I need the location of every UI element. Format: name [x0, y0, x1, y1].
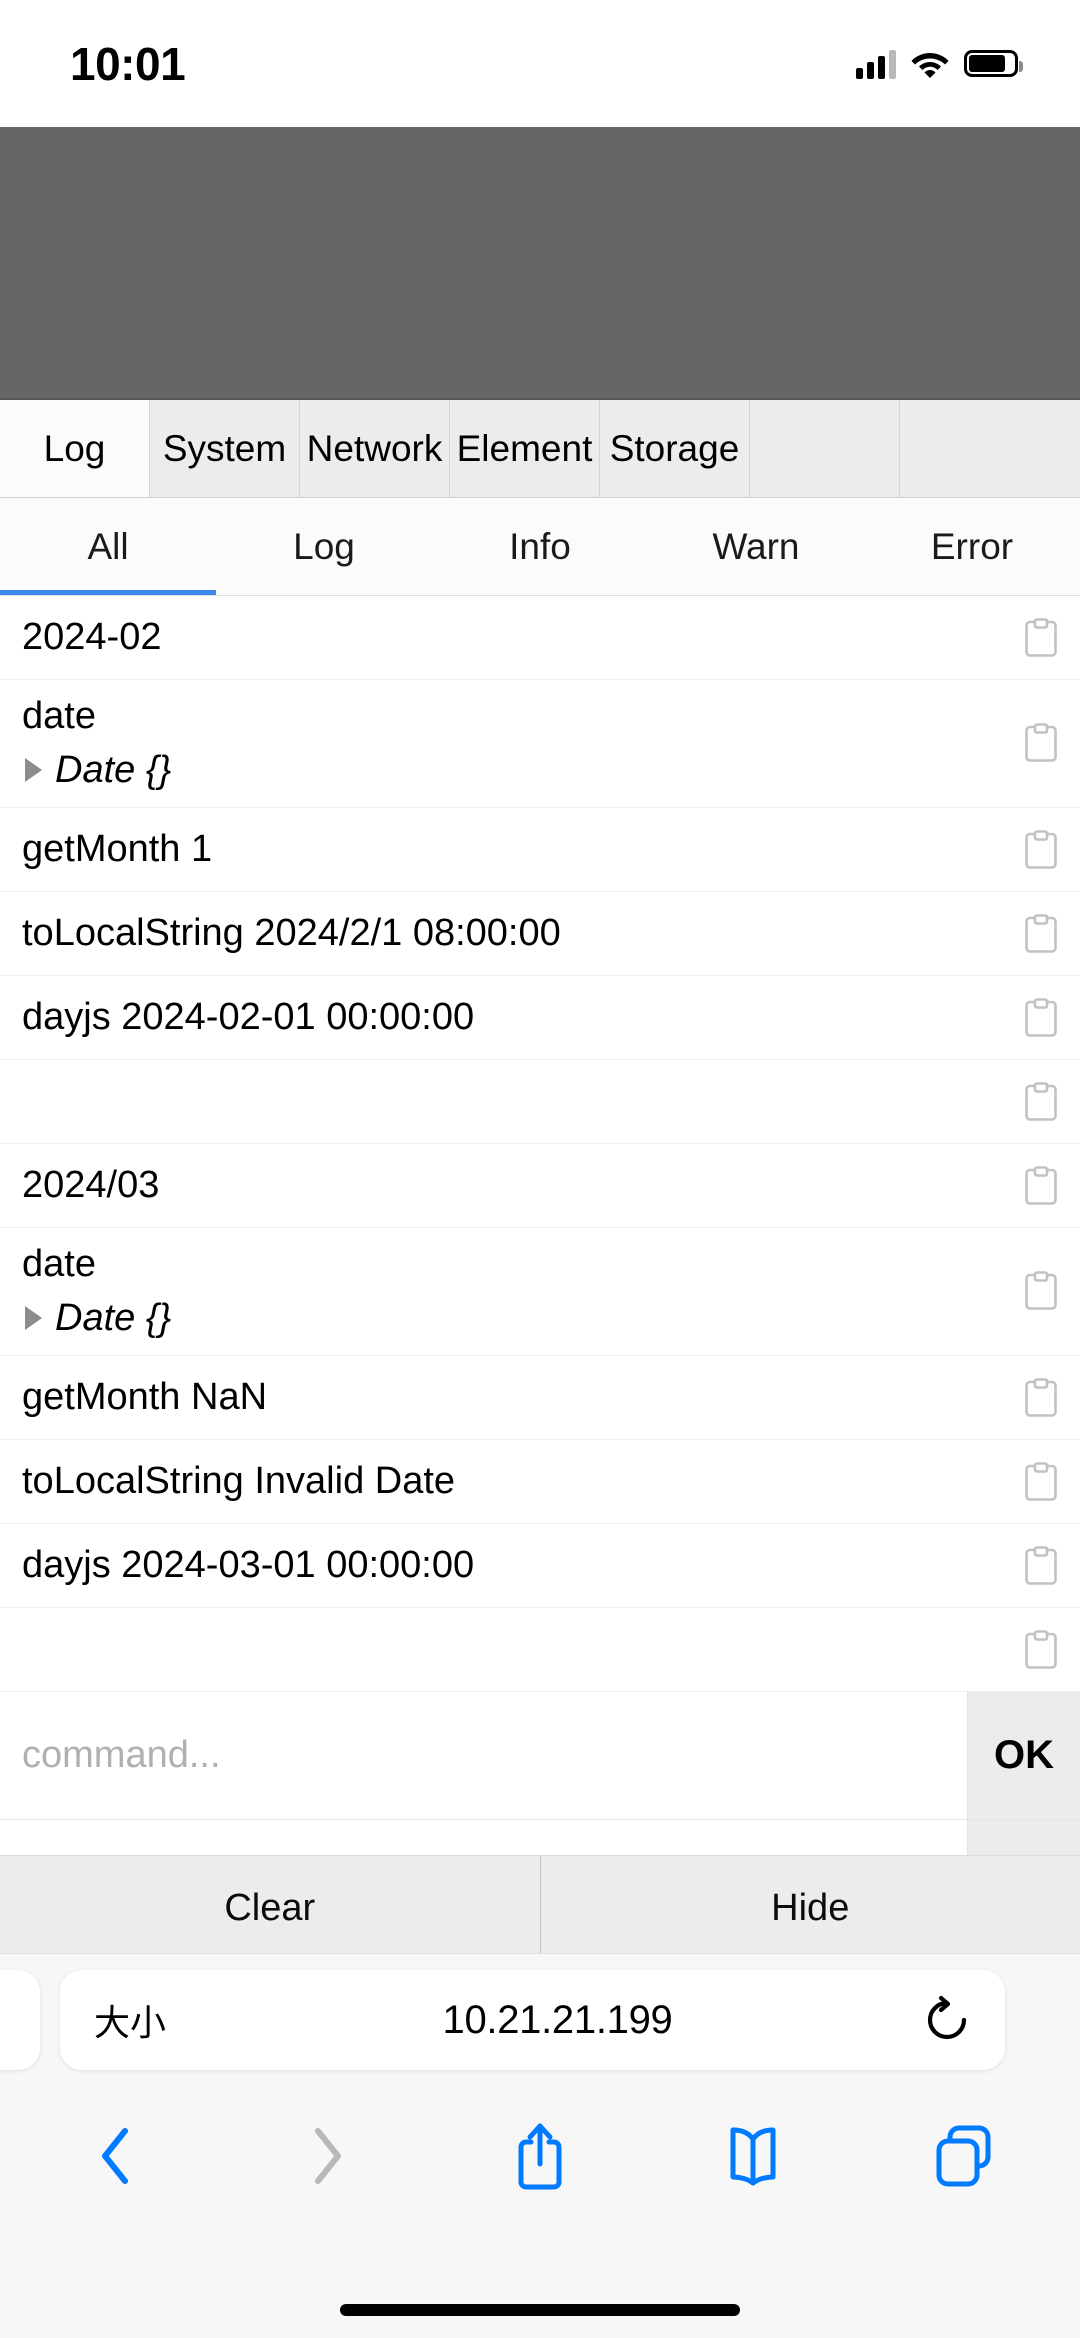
copy-icon[interactable]	[1024, 617, 1058, 659]
filter-log-label: Log	[293, 525, 355, 567]
filter-all[interactable]: All	[0, 498, 216, 595]
safari-url-row: 大小 10.21.21.199	[0, 1954, 1080, 2076]
tabs-button[interactable]	[920, 2111, 1010, 2201]
log-row-text: 2024/03	[22, 1163, 160, 1206]
share-icon	[518, 2123, 562, 2190]
tab-storage[interactable]: Storage	[600, 400, 750, 497]
log-row-text: toLocalString Invalid Date	[22, 1459, 456, 1502]
log-row-text: getMonth NaN	[22, 1375, 268, 1418]
tab-system-label: System	[162, 427, 287, 469]
book-icon	[730, 2127, 775, 2186]
tab-element[interactable]: Element	[450, 400, 600, 497]
wifi-icon	[911, 52, 949, 78]
filter-warn-label: Warn	[712, 525, 800, 567]
command-input[interactable]: command...	[0, 1692, 968, 1819]
battery-icon	[964, 50, 1023, 77]
tab-network[interactable]: Network	[300, 400, 450, 497]
vconsole-tab-bar: Log System Network Element Storage	[0, 400, 1080, 498]
bookmarks-button[interactable]	[708, 2111, 798, 2201]
log-row-object-label: Date {}	[55, 748, 172, 791]
tab-overflow[interactable]	[750, 400, 900, 497]
log-row[interactable]: getMonth 1	[0, 808, 1080, 892]
copy-icon[interactable]	[1024, 1461, 1058, 1503]
tab-storage-label: Storage	[609, 427, 740, 469]
home-indicator	[340, 2304, 740, 2316]
copy-icon[interactable]	[1024, 1545, 1058, 1587]
status-time: 10:01	[70, 37, 186, 90]
filter-error[interactable]: Error	[864, 498, 1080, 595]
share-button[interactable]	[495, 2111, 585, 2201]
filter-warn[interactable]: Warn	[648, 498, 864, 595]
log-row[interactable]: toLocalString 2024/2/1 08:00:00	[0, 892, 1080, 976]
forward-button[interactable]	[283, 2111, 373, 2201]
vconsole-filter-bar: All Log Info Warn Error	[0, 498, 1080, 596]
copy-icon[interactable]	[1024, 829, 1058, 871]
log-row-text: getMonth 1	[22, 827, 213, 870]
safari-bottom-chrome: 大小 10.21.21.199	[0, 1953, 1080, 2338]
tab-network-label: Network	[306, 427, 443, 469]
tab-element-label: Element	[456, 427, 593, 469]
filter-info-label: Info	[509, 525, 571, 567]
log-row[interactable]: 2024-02	[0, 596, 1080, 680]
copy-icon[interactable]	[1024, 997, 1058, 1039]
log-row[interactable]: getMonth NaN	[0, 1356, 1080, 1440]
url-bar[interactable]: 大小 10.21.21.199	[60, 1970, 1005, 2070]
log-row-text: 2024-02	[22, 615, 162, 658]
log-row[interactable]: dayjs 2024-03-01 00:00:00	[0, 1524, 1080, 1608]
command-ok-button[interactable]: OK	[968, 1692, 1080, 1819]
tabs-icon	[936, 2125, 991, 2187]
log-row[interactable]: date Date {}	[0, 1228, 1080, 1356]
copy-icon[interactable]	[1024, 1377, 1058, 1419]
filter-info[interactable]: Info	[432, 498, 648, 595]
vconsole-panel: Log System Network Element Storage All L…	[0, 398, 1080, 1962]
copy-icon[interactable]	[1024, 913, 1058, 955]
copy-icon[interactable]	[1024, 1270, 1058, 1312]
tab-log[interactable]: Log	[0, 400, 150, 497]
vconsole-footer: Clear Hide	[0, 1856, 1080, 1962]
text-size-button[interactable]: 大小	[94, 1994, 204, 2046]
tab-system[interactable]: System	[150, 400, 300, 497]
log-row-object-preview[interactable]: Date {}	[22, 749, 1000, 792]
log-row[interactable]	[0, 1060, 1080, 1144]
log-row[interactable]: toLocalString Invalid Date	[0, 1440, 1080, 1524]
vconsole-log-list: 2024-02 date Date {} getMonth 1 toLocalStrin…	[0, 596, 1080, 1692]
cellular-bars-icon	[856, 49, 896, 79]
log-row-text: dayjs 2024-03-01 00:00:00	[22, 1543, 475, 1586]
copy-icon[interactable]	[1024, 1629, 1058, 1671]
filter-log[interactable]: Log	[216, 498, 432, 595]
log-row-text: toLocalString 2024/2/1 08:00:00	[22, 911, 561, 954]
copy-icon[interactable]	[1024, 1081, 1058, 1123]
ios-status-bar: 10:01	[0, 0, 1080, 127]
reload-icon	[927, 1995, 967, 2040]
chevron-right-icon	[314, 2128, 341, 2184]
log-row[interactable]: 2024/03	[0, 1144, 1080, 1228]
command-row-spacer	[0, 1820, 1080, 1856]
back-button[interactable]	[70, 2111, 160, 2201]
log-row-text: date	[22, 695, 96, 738]
log-row-text: dayjs 2024-02-01 00:00:00	[22, 995, 475, 1038]
expand-triangle-icon	[25, 758, 42, 783]
url-text[interactable]: 10.21.21.199	[204, 1998, 911, 2043]
log-row[interactable]: date Date {}	[0, 680, 1080, 808]
vconsole-command-row: command... OK	[0, 1692, 1080, 1820]
expand-triangle-icon	[25, 1306, 42, 1331]
log-row-text: date	[22, 1243, 96, 1286]
filter-error-label: Error	[930, 525, 1014, 567]
status-indicators	[856, 49, 1023, 79]
reload-button[interactable]	[911, 1994, 971, 2046]
log-row-object-label: Date {}	[55, 1296, 172, 1339]
webpage-content-area	[0, 127, 1080, 398]
tab-log-label: Log	[43, 427, 106, 469]
copy-icon[interactable]	[1024, 1165, 1058, 1207]
safari-toolbar	[0, 2076, 1080, 2236]
log-row-object-preview[interactable]: Date {}	[22, 1297, 1000, 1340]
clear-button[interactable]: Clear	[0, 1856, 540, 1961]
copy-icon[interactable]	[1024, 722, 1058, 764]
chevron-left-icon	[102, 2128, 128, 2184]
log-row[interactable]: dayjs 2024-02-01 00:00:00	[0, 976, 1080, 1060]
adjacent-tab-peek[interactable]	[0, 1970, 40, 2070]
hide-button[interactable]: Hide	[539, 1856, 1080, 1961]
filter-all-label: All	[87, 525, 129, 567]
log-row[interactable]	[0, 1608, 1080, 1692]
